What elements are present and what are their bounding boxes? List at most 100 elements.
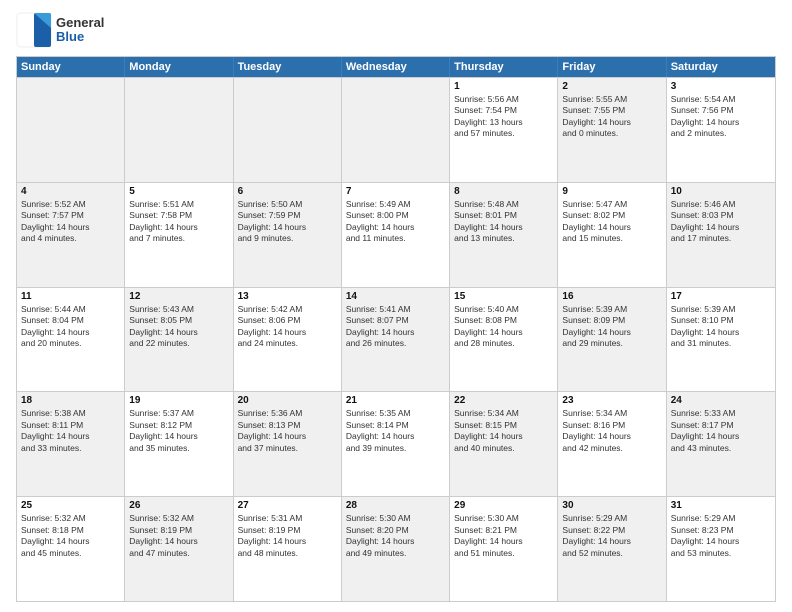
cell-line: and 4 minutes. <box>21 233 120 244</box>
cell-line: and 35 minutes. <box>129 443 228 454</box>
day-cell-23: 23Sunrise: 5:34 AMSunset: 8:16 PMDayligh… <box>558 392 666 496</box>
calendar-header: SundayMondayTuesdayWednesdayThursdayFrid… <box>17 57 775 77</box>
cell-line: Sunset: 8:14 PM <box>346 420 445 431</box>
cell-line: Sunrise: 5:41 AM <box>346 304 445 315</box>
cell-line: Sunset: 7:55 PM <box>562 105 661 116</box>
cell-line: Sunset: 8:01 PM <box>454 210 553 221</box>
day-cell-7: 7Sunrise: 5:49 AMSunset: 8:00 PMDaylight… <box>342 183 450 287</box>
cell-line: Sunrise: 5:43 AM <box>129 304 228 315</box>
cell-line: Sunrise: 5:32 AM <box>21 513 120 524</box>
cell-line: and 26 minutes. <box>346 338 445 349</box>
day-number: 1 <box>454 81 553 92</box>
day-number: 7 <box>346 186 445 197</box>
cell-line: Sunrise: 5:48 AM <box>454 199 553 210</box>
cell-line: Sunset: 8:12 PM <box>129 420 228 431</box>
cell-line: Daylight: 14 hours <box>562 117 661 128</box>
cell-line: Sunrise: 5:46 AM <box>671 199 771 210</box>
cell-line: Sunset: 8:04 PM <box>21 315 120 326</box>
cell-line: and 0 minutes. <box>562 128 661 139</box>
cell-line: Sunset: 8:07 PM <box>346 315 445 326</box>
day-number: 21 <box>346 395 445 406</box>
cell-line: Daylight: 14 hours <box>129 327 228 338</box>
cell-line: Sunrise: 5:39 AM <box>671 304 771 315</box>
day-cell-18: 18Sunrise: 5:38 AMSunset: 8:11 PMDayligh… <box>17 392 125 496</box>
cell-line: Daylight: 14 hours <box>346 431 445 442</box>
cell-line: and 22 minutes. <box>129 338 228 349</box>
header-day-thursday: Thursday <box>450 57 558 77</box>
cell-line: Sunset: 8:18 PM <box>21 525 120 536</box>
cell-line: Sunrise: 5:37 AM <box>129 408 228 419</box>
cell-line: Daylight: 14 hours <box>238 431 337 442</box>
cell-line: Sunset: 8:02 PM <box>562 210 661 221</box>
cell-line: Sunset: 8:19 PM <box>129 525 228 536</box>
day-number: 14 <box>346 291 445 302</box>
cell-line: Sunset: 8:06 PM <box>238 315 337 326</box>
cell-line: Sunrise: 5:29 AM <box>562 513 661 524</box>
cell-line: Daylight: 14 hours <box>21 431 120 442</box>
cell-line: Sunrise: 5:44 AM <box>21 304 120 315</box>
cell-line: and 43 minutes. <box>671 443 771 454</box>
cell-line: Sunrise: 5:31 AM <box>238 513 337 524</box>
cell-line: Sunset: 8:22 PM <box>562 525 661 536</box>
cell-line: Sunset: 8:05 PM <box>129 315 228 326</box>
cell-line: Sunset: 8:16 PM <box>562 420 661 431</box>
cell-line: Sunrise: 5:30 AM <box>346 513 445 524</box>
cell-line: and 33 minutes. <box>21 443 120 454</box>
header-day-monday: Monday <box>125 57 233 77</box>
day-number: 2 <box>562 81 661 92</box>
cell-line: Sunset: 8:17 PM <box>671 420 771 431</box>
cell-line: Sunset: 8:00 PM <box>346 210 445 221</box>
cell-line: Daylight: 14 hours <box>671 222 771 233</box>
day-number: 6 <box>238 186 337 197</box>
day-cell-4: 4Sunrise: 5:52 AMSunset: 7:57 PMDaylight… <box>17 183 125 287</box>
cell-line: Daylight: 14 hours <box>562 327 661 338</box>
day-cell-1: 1Sunrise: 5:56 AMSunset: 7:54 PMDaylight… <box>450 78 558 182</box>
day-cell-13: 13Sunrise: 5:42 AMSunset: 8:06 PMDayligh… <box>234 288 342 392</box>
cell-line: Sunset: 7:54 PM <box>454 105 553 116</box>
cell-line: Sunrise: 5:29 AM <box>671 513 771 524</box>
cell-line: Sunrise: 5:54 AM <box>671 94 771 105</box>
header-day-wednesday: Wednesday <box>342 57 450 77</box>
header-day-sunday: Sunday <box>17 57 125 77</box>
day-cell-21: 21Sunrise: 5:35 AMSunset: 8:14 PMDayligh… <box>342 392 450 496</box>
cell-line: Daylight: 14 hours <box>346 536 445 547</box>
page: General Blue SundayMondayTuesdayWednesda… <box>0 0 792 612</box>
day-number: 25 <box>21 500 120 511</box>
cell-line: and 17 minutes. <box>671 233 771 244</box>
cell-line: Sunset: 8:09 PM <box>562 315 661 326</box>
day-number: 10 <box>671 186 771 197</box>
cell-line: and 15 minutes. <box>562 233 661 244</box>
week-row-3: 11Sunrise: 5:44 AMSunset: 8:04 PMDayligh… <box>17 287 775 392</box>
cell-line: Sunrise: 5:52 AM <box>21 199 120 210</box>
cell-line: Daylight: 14 hours <box>562 536 661 547</box>
day-cell-2: 2Sunrise: 5:55 AMSunset: 7:55 PMDaylight… <box>558 78 666 182</box>
header-day-tuesday: Tuesday <box>234 57 342 77</box>
cell-line: and 40 minutes. <box>454 443 553 454</box>
cell-line: Daylight: 14 hours <box>454 431 553 442</box>
day-cell-9: 9Sunrise: 5:47 AMSunset: 8:02 PMDaylight… <box>558 183 666 287</box>
cell-line: and 7 minutes. <box>129 233 228 244</box>
day-number: 19 <box>129 395 228 406</box>
week-row-2: 4Sunrise: 5:52 AMSunset: 7:57 PMDaylight… <box>17 182 775 287</box>
cell-line: Daylight: 14 hours <box>671 536 771 547</box>
day-cell-20: 20Sunrise: 5:36 AMSunset: 8:13 PMDayligh… <box>234 392 342 496</box>
cell-line: and 31 minutes. <box>671 338 771 349</box>
cell-line: Daylight: 14 hours <box>562 222 661 233</box>
cell-line: Daylight: 14 hours <box>671 327 771 338</box>
day-cell-19: 19Sunrise: 5:37 AMSunset: 8:12 PMDayligh… <box>125 392 233 496</box>
day-cell-31: 31Sunrise: 5:29 AMSunset: 8:23 PMDayligh… <box>667 497 775 601</box>
cell-line: Sunset: 8:23 PM <box>671 525 771 536</box>
cell-line: Sunset: 8:11 PM <box>21 420 120 431</box>
cell-line: Sunrise: 5:42 AM <box>238 304 337 315</box>
cell-line: Sunset: 7:59 PM <box>238 210 337 221</box>
cell-line: Daylight: 14 hours <box>454 536 553 547</box>
cell-line: Sunset: 8:13 PM <box>238 420 337 431</box>
cell-line: and 20 minutes. <box>21 338 120 349</box>
day-number: 13 <box>238 291 337 302</box>
day-number: 27 <box>238 500 337 511</box>
day-number: 15 <box>454 291 553 302</box>
day-cell-8: 8Sunrise: 5:48 AMSunset: 8:01 PMDaylight… <box>450 183 558 287</box>
day-number: 16 <box>562 291 661 302</box>
cell-line: and 39 minutes. <box>346 443 445 454</box>
cell-line: Sunset: 8:21 PM <box>454 525 553 536</box>
